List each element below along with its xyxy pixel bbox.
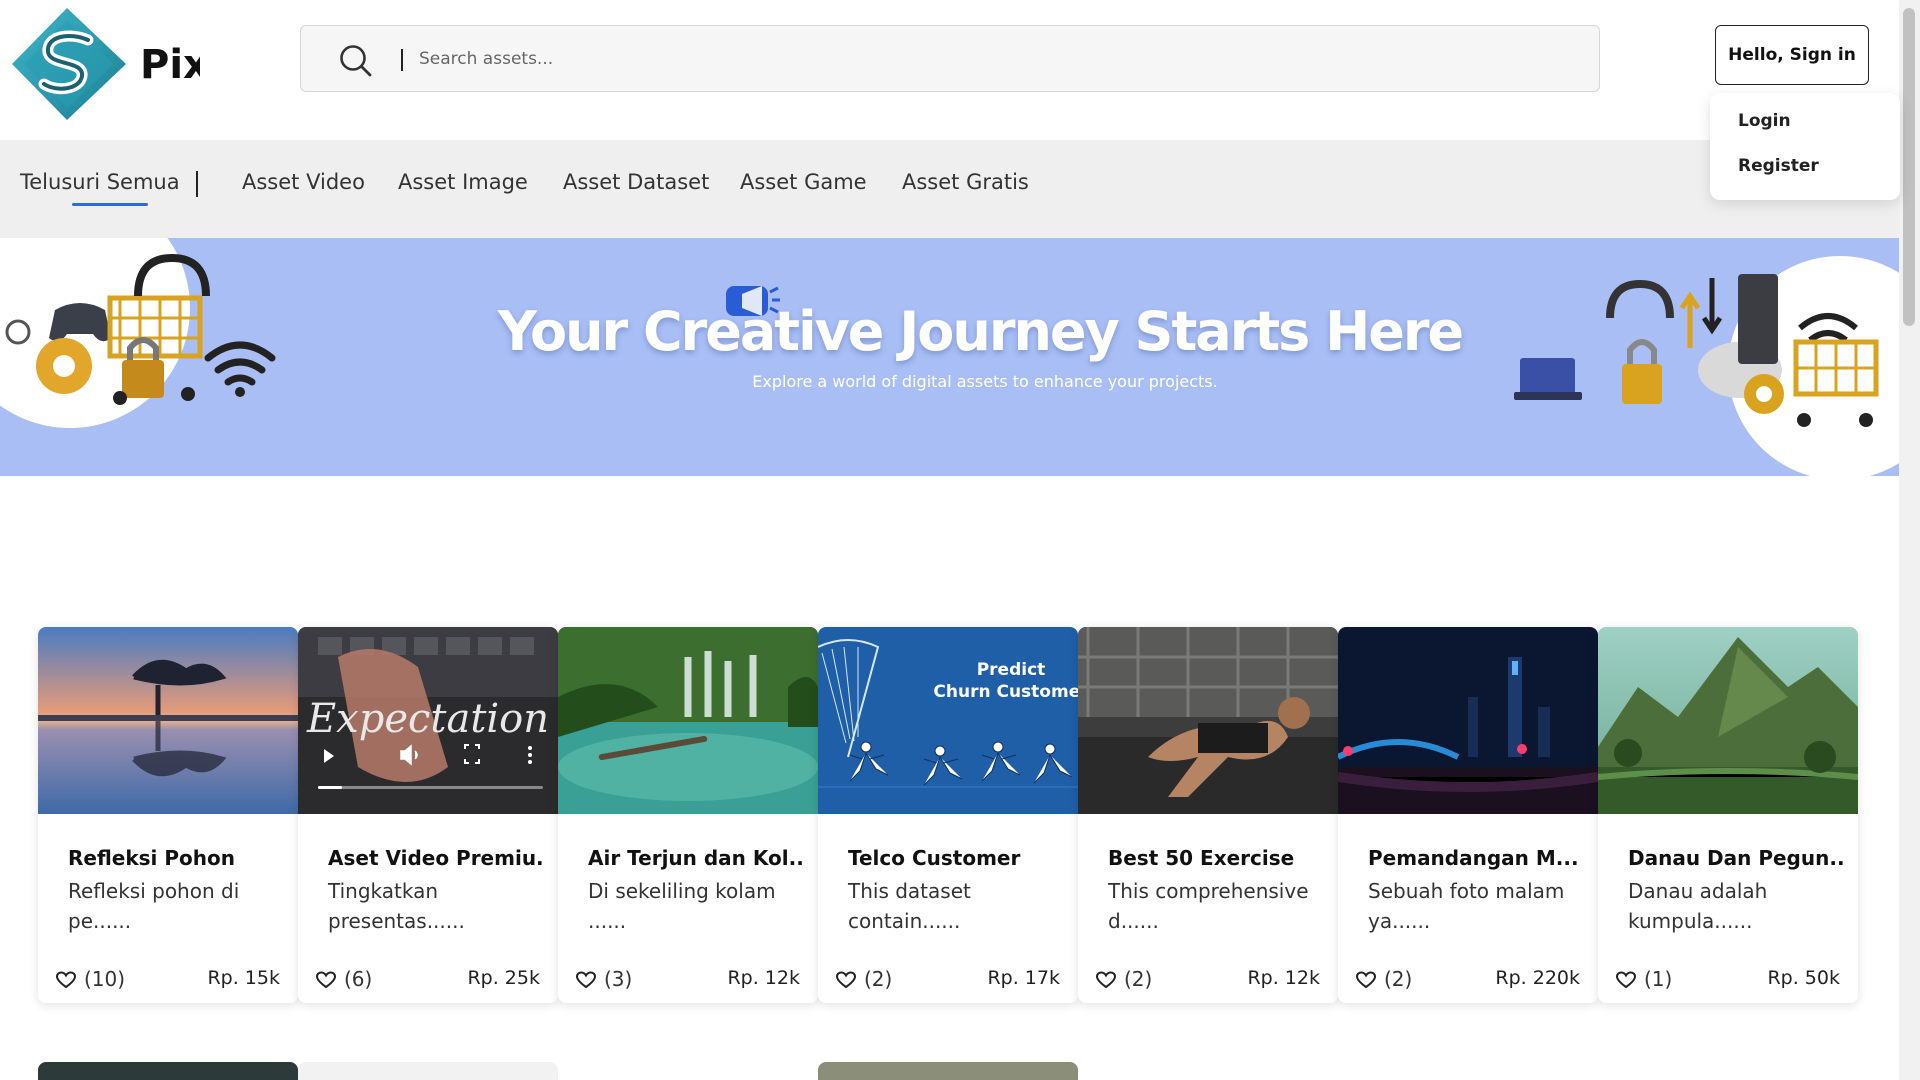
heart-icon[interactable] — [575, 971, 597, 989]
product-card-peek[interactable] — [38, 1062, 298, 1080]
product-title: Best 50 Exercise — [1108, 846, 1295, 870]
product-card[interactable]: Air Terjun dan Kol... Di sekeliling kola… — [558, 627, 818, 1003]
search-icon[interactable] — [339, 44, 373, 78]
product-card-peek[interactable] — [1338, 1062, 1598, 1080]
pixel-s-logo-icon — [12, 8, 126, 120]
product-title: Danau Dan Pegun... — [1628, 846, 1843, 870]
product-price: Rp. 12k — [727, 967, 800, 989]
dataset-overlay-subtitle: Churn Customer — [933, 682, 1078, 702]
nav-telusuri-semua[interactable]: Telusuri Semua — [20, 170, 180, 206]
like-count[interactable]: (10) — [55, 967, 126, 991]
video-progress-bar[interactable] — [318, 786, 342, 789]
product-thumbnail — [1598, 627, 1858, 814]
search-bar — [300, 25, 1600, 92]
register-link[interactable]: Register — [1738, 156, 1819, 176]
product-title: Aset Video Premiu... — [328, 846, 543, 870]
product-description: Danau adalah kumpula...... — [1628, 879, 1768, 933]
like-count-value: (10) — [84, 967, 126, 991]
heart-icon[interactable] — [835, 971, 857, 989]
product-thumbnail: Expectation — [298, 627, 558, 814]
product-card[interactable]: Danau Dan Pegun... Danau adalah kumpula.… — [1598, 627, 1858, 1003]
heart-icon[interactable] — [1615, 971, 1637, 989]
like-count-value: (2) — [1124, 967, 1153, 991]
heart-icon[interactable] — [315, 971, 337, 989]
product-card[interactable]: Refleksi Pohon Refleksi pohon di pe.....… — [38, 627, 298, 1003]
product-thumbnail — [1338, 627, 1598, 814]
product-title: Pemandangan M... — [1368, 846, 1579, 870]
product-card[interactable]: Expectation Aset Video Premiu... Tingkat… — [298, 627, 558, 1003]
heart-icon[interactable] — [55, 971, 77, 989]
header: Pix Hello, Sign in — [0, 0, 1899, 140]
product-title: Telco Customer — [848, 846, 1021, 870]
product-description: This comprehensive d...... — [1108, 879, 1309, 933]
scrollbar-thumb[interactable] — [1903, 8, 1915, 326]
like-count-value: (2) — [864, 967, 893, 991]
search-input[interactable] — [419, 38, 1569, 80]
product-price: Rp. 25k — [467, 967, 540, 989]
product-title: Refleksi Pohon — [68, 846, 235, 870]
like-count[interactable]: (2) — [1095, 967, 1153, 991]
more-options-icon[interactable] — [528, 746, 532, 750]
nav-asset-video[interactable]: Asset Video — [242, 170, 365, 194]
like-count-value: (6) — [344, 967, 373, 991]
product-description: This dataset contain...... — [848, 879, 971, 933]
product-card[interactable]: Predict Churn Customer Telco Customer Th… — [818, 627, 1078, 1003]
dataset-overlay-title: Predict — [977, 660, 1046, 680]
like-count[interactable]: (3) — [575, 967, 633, 991]
product-price: Rp. 12k — [1247, 967, 1320, 989]
nav-asset-game[interactable]: Asset Game — [740, 170, 867, 194]
login-link[interactable]: Login — [1738, 111, 1791, 131]
banner-right-illustration — [1514, 256, 1899, 476]
product-grid: Refleksi Pohon Refleksi pohon di pe.....… — [38, 627, 1863, 1003]
page: Pix Hello, Sign in Login Register Telusu… — [0, 0, 1920, 1080]
product-card-peek[interactable] — [1598, 1062, 1858, 1080]
product-price: Rp. 50k — [1767, 967, 1840, 989]
page-scrollbar[interactable] — [1899, 0, 1920, 1080]
product-description: Tingkatkan presentas...... — [328, 879, 465, 933]
sign-in-button[interactable]: Hello, Sign in — [1715, 25, 1869, 85]
brand-name: Pix — [140, 42, 200, 88]
product-grid-row-2 — [38, 1062, 1863, 1080]
nav-asset-gratis[interactable]: Asset Gratis — [902, 170, 1029, 194]
hero-banner: Your Creative Journey Starts Here Explor… — [0, 238, 1899, 476]
product-description: Sebuah foto malam ya...... — [1368, 879, 1565, 933]
product-thumbnail: Predict Churn Customer — [818, 627, 1078, 814]
product-title: Air Terjun dan Kol... — [588, 846, 803, 870]
like-count[interactable]: (2) — [1355, 967, 1413, 991]
like-count-value: (2) — [1384, 967, 1413, 991]
like-count[interactable]: (1) — [1615, 967, 1673, 991]
like-count-value: (3) — [604, 967, 633, 991]
search-caret — [401, 49, 403, 71]
product-thumbnail — [558, 627, 818, 814]
nav-asset-dataset[interactable]: Asset Dataset — [563, 170, 709, 194]
like-count-value: (1) — [1644, 967, 1673, 991]
product-card[interactable]: Best 50 Exercise This comprehensive d...… — [1078, 627, 1338, 1003]
product-thumbnail — [1078, 627, 1338, 814]
nav-divider — [196, 171, 198, 197]
like-count[interactable]: (6) — [315, 967, 373, 991]
like-count[interactable]: (2) — [835, 967, 893, 991]
product-thumbnail — [38, 627, 298, 814]
product-description: Refleksi pohon di pe...... — [68, 879, 240, 933]
heart-icon[interactable] — [1095, 971, 1117, 989]
account-dropdown: Login Register — [1710, 93, 1900, 200]
video-overlay-text: Expectation — [306, 696, 549, 742]
product-price: Rp. 17k — [987, 967, 1060, 989]
product-card[interactable]: Pemandangan M... Sebuah foto malam ya...… — [1338, 627, 1598, 1003]
product-price: Rp. 15k — [207, 967, 280, 989]
product-card-peek[interactable] — [298, 1062, 558, 1080]
heart-icon[interactable] — [1355, 971, 1377, 989]
product-price: Rp. 220k — [1495, 967, 1580, 989]
nav-asset-image[interactable]: Asset Image — [398, 170, 528, 194]
category-nav: Telusuri Semua Asset Video Asset Image A… — [0, 140, 1899, 238]
logo[interactable]: Pix — [10, 6, 200, 122]
product-card-peek[interactable] — [818, 1062, 1078, 1080]
product-description: Di sekeliling kolam ...... — [588, 879, 776, 933]
